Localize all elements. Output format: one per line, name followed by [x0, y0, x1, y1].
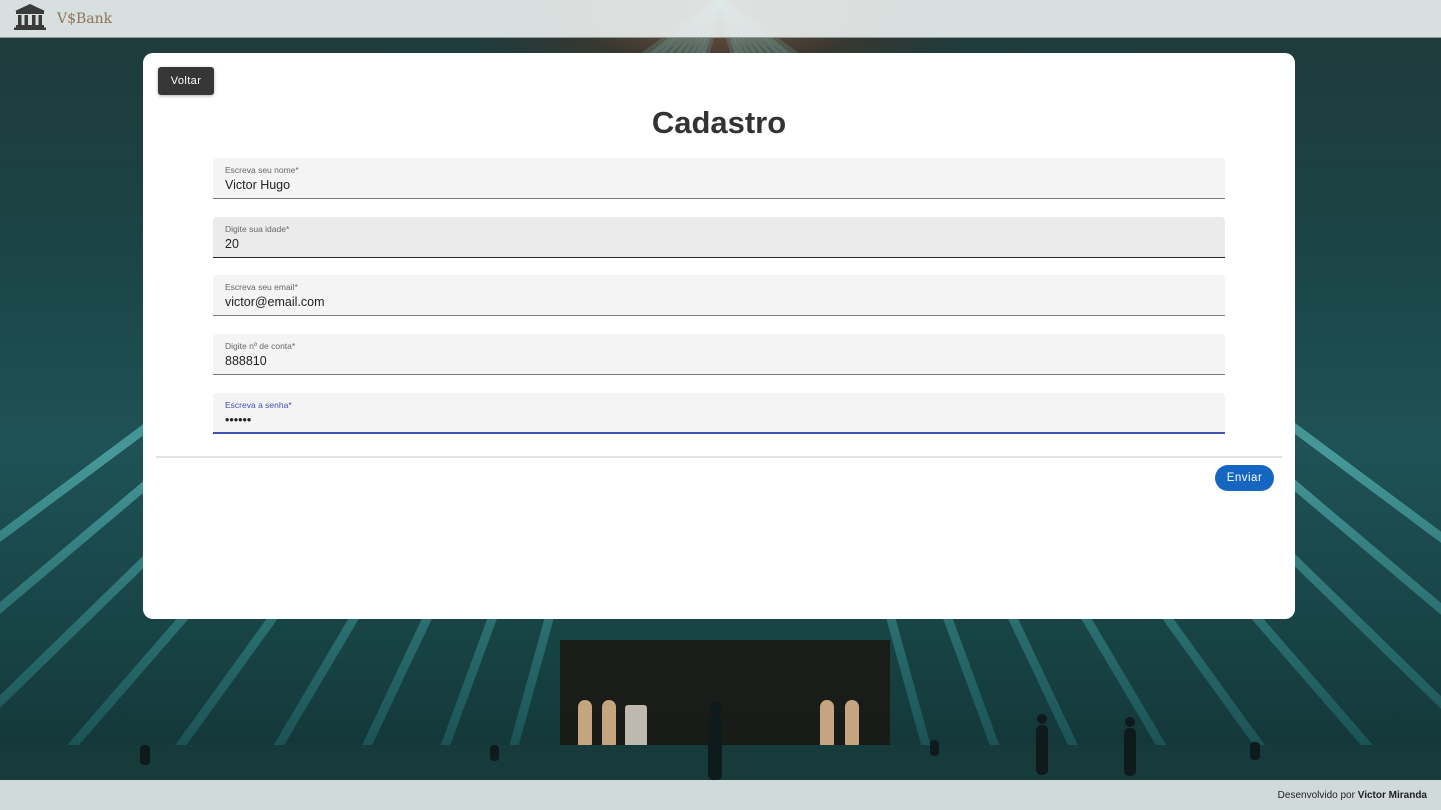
account-number-field-label: Digite nº de conta* — [225, 341, 296, 351]
top-navbar: V$Bank — [0, 0, 1441, 38]
age-field-value[interactable]: 20 — [225, 237, 239, 251]
password-field-value[interactable]: •••••• — [225, 413, 251, 427]
age-field-label: Digite sua idade* — [225, 224, 290, 234]
email-field-label: Escreva seu email* — [225, 282, 298, 292]
bank-building-icon — [14, 3, 46, 35]
age-field[interactable]: Digite sua idade* 20 — [213, 217, 1225, 258]
name-field[interactable]: Escreva seu nome* Victor Hugo — [213, 158, 1225, 199]
page-title: Cadastro — [651, 105, 787, 140]
account-number-field-value[interactable]: 888810 — [225, 354, 267, 368]
password-field-label: Escreva a senha* — [225, 400, 292, 410]
back-button[interactable]: Voltar — [158, 67, 214, 95]
email-field-value[interactable]: victor@email.com — [225, 295, 325, 309]
email-field[interactable]: Escreva seu email* victor@email.com — [213, 275, 1225, 316]
brand-name: V$Bank — [57, 10, 113, 27]
name-field-label: Escreva seu nome* — [225, 165, 299, 175]
footer-author: Victor Miranda — [1357, 789, 1427, 801]
footer-prefix: Desenvolvido por — [1277, 789, 1355, 801]
account-number-field[interactable]: Digite nº de conta* 888810 — [213, 334, 1225, 375]
brand-home-link[interactable]: V$Bank — [14, 3, 112, 35]
register-card: Voltar Cadastro Escreva seu nome* Victor… — [143, 53, 1295, 619]
name-field-value[interactable]: Victor Hugo — [225, 178, 290, 192]
form-divider — [156, 456, 1282, 458]
submit-button[interactable]: Enviar — [1215, 465, 1274, 491]
password-field[interactable]: Escreva a senha* •••••• — [213, 393, 1225, 434]
footer: Desenvolvido por Victor Miranda — [0, 780, 1441, 810]
footer-credit: Desenvolvido por Victor Miranda — [1278, 790, 1427, 801]
